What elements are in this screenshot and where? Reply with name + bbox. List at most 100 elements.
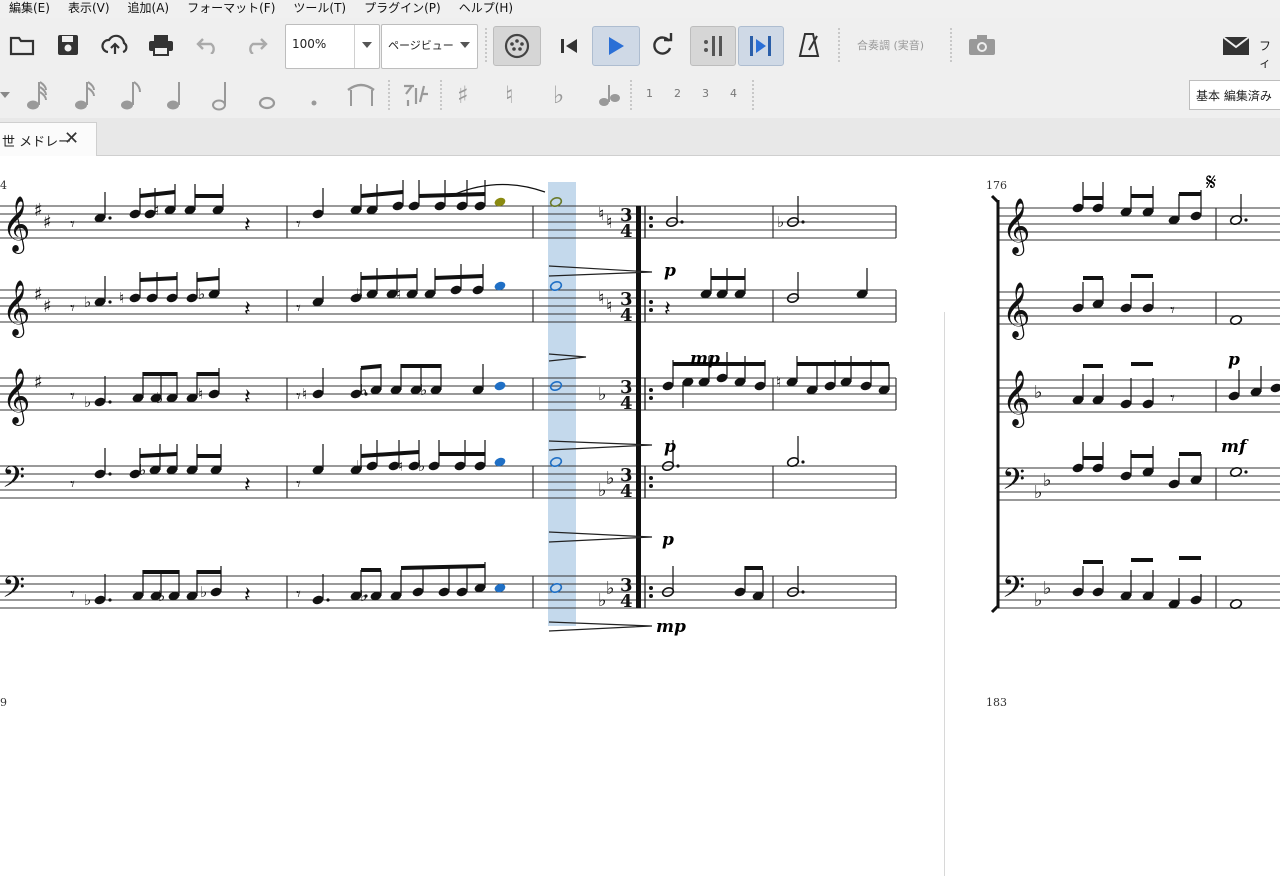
note[interactable]: [209, 444, 222, 476]
voice-4-button[interactable]: 4: [730, 87, 737, 100]
key-flat[interactable]: ♭: [1034, 482, 1043, 503]
score-tab[interactable]: 世 メドレー ✕: [0, 122, 97, 156]
undo-icon[interactable]: [195, 36, 221, 54]
key-flat[interactable]: ♭: [606, 468, 615, 489]
play-button[interactable]: [592, 26, 640, 66]
note[interactable]: [365, 184, 378, 216]
midi-input-button[interactable]: [493, 26, 541, 66]
note[interactable]: [165, 444, 178, 476]
note[interactable]: [855, 268, 868, 300]
eighth-rest[interactable]: 𝄾: [296, 298, 301, 319]
key-flat[interactable]: ♭: [1034, 590, 1043, 611]
eighth-rest[interactable]: 𝄾: [296, 214, 301, 235]
note[interactable]: [449, 264, 462, 296]
menu-format[interactable]: フォーマット(F): [178, 0, 284, 16]
note[interactable]: [471, 364, 484, 396]
key-sharp[interactable]: ♯: [43, 296, 52, 317]
note[interactable]: [1091, 566, 1104, 598]
note[interactable]: [681, 376, 694, 408]
note[interactable]: [1119, 378, 1132, 410]
save-icon[interactable]: [56, 33, 80, 57]
note[interactable]: [1189, 574, 1202, 606]
quarter-rest[interactable]: 𝄽: [244, 473, 251, 498]
note[interactable]: [751, 570, 764, 602]
note[interactable]: [786, 272, 800, 304]
quarter-note-icon[interactable]: [164, 79, 186, 111]
note[interactable]: [389, 364, 402, 396]
workspace-select[interactable]: 基本 編集済み: [1189, 80, 1280, 110]
loop-icon[interactable]: [650, 32, 674, 58]
note[interactable]: [1167, 458, 1180, 490]
key-natural[interactable]: ♮: [598, 204, 604, 225]
note[interactable]: [1141, 446, 1154, 478]
note[interactable]: [1071, 442, 1084, 474]
note[interactable]: [1141, 570, 1154, 602]
dynamic-mp[interactable]: mp: [656, 617, 686, 637]
key-flat[interactable]: ♭: [1034, 382, 1043, 403]
note[interactable]: [389, 570, 402, 602]
treble-clef-icon[interactable]: 𝄞: [2, 196, 30, 254]
note[interactable]: [877, 364, 890, 396]
quarter-rest[interactable]: 𝄽: [244, 583, 251, 608]
augmentation-dot-icon[interactable]: [309, 98, 319, 108]
note[interactable]: [349, 184, 362, 216]
note[interactable]: [805, 364, 818, 396]
note[interactable]: [665, 196, 684, 228]
note[interactable]: [715, 268, 728, 300]
note[interactable]: [423, 268, 436, 300]
key-flat[interactable]: ♭: [606, 578, 615, 599]
bass-clef-icon[interactable]: 𝄢: [2, 461, 25, 502]
menu-add[interactable]: 追加(A): [119, 0, 179, 16]
menu-plugins[interactable]: プラグイン(P): [355, 0, 450, 16]
natural-icon[interactable]: ♮: [505, 81, 514, 109]
whole-note-icon[interactable]: [256, 96, 278, 110]
note[interactable]: [839, 356, 852, 388]
time-signature-denominator[interactable]: 4: [620, 481, 633, 502]
rest-voice-icon[interactable]: [596, 82, 622, 110]
voice-3-button[interactable]: 3: [702, 87, 709, 100]
note[interactable]: [1071, 566, 1084, 598]
notehead[interactable]: [493, 380, 506, 391]
dynamic-p[interactable]: p: [664, 437, 676, 457]
rewind-icon[interactable]: [558, 37, 580, 55]
feedback-mail-icon[interactable]: [1222, 36, 1250, 56]
quarter-rest[interactable]: 𝄽: [244, 385, 251, 410]
flip-direction-icon[interactable]: [400, 80, 430, 110]
bass-clef-icon[interactable]: 𝄢: [1002, 463, 1025, 504]
menu-edit[interactable]: 編集(E): [0, 0, 59, 16]
note[interactable]: [733, 268, 746, 300]
note[interactable]: [786, 436, 805, 468]
key-natural[interactable]: ♮: [606, 296, 612, 317]
key-sharp[interactable]: ♯: [34, 372, 43, 393]
note[interactable]: [211, 184, 224, 216]
key-flat[interactable]: ♭: [598, 384, 607, 405]
dynamic-p[interactable]: p: [662, 530, 674, 550]
note[interactable]: [455, 566, 468, 598]
note[interactable]: [311, 276, 324, 308]
note[interactable]: [93, 192, 112, 224]
eighth-rest[interactable]: 𝄾: [70, 298, 75, 319]
segno-mark[interactable]: 𝄋: [1206, 168, 1216, 196]
eighth-rest[interactable]: 𝄾: [1170, 300, 1175, 321]
note[interactable]: [128, 188, 141, 220]
key-sharp[interactable]: ♯: [34, 284, 43, 305]
open-folder-icon[interactable]: [9, 34, 35, 56]
key-flat[interactable]: ♭: [1043, 470, 1052, 491]
note[interactable]: [1227, 370, 1240, 402]
menu-tools[interactable]: ツール(T): [284, 0, 355, 16]
treble-clef-icon[interactable]: 𝄞: [1002, 198, 1030, 256]
eighth-rest[interactable]: 𝄾: [296, 474, 301, 495]
key-natural[interactable]: ♮: [606, 212, 612, 233]
note[interactable]: [1091, 374, 1104, 406]
note[interactable]: [471, 264, 484, 296]
eighth-rest[interactable]: 𝄾: [70, 584, 75, 605]
eighth-rest[interactable]: 𝄾: [70, 386, 75, 407]
note[interactable]: [1141, 282, 1154, 314]
sharp-icon[interactable]: ♯: [457, 81, 469, 109]
camera-icon[interactable]: [968, 34, 996, 56]
voice-2-button[interactable]: 2: [674, 87, 681, 100]
note[interactable]: [411, 566, 424, 598]
note[interactable]: [1071, 374, 1084, 406]
dynamic-p[interactable]: p: [1228, 350, 1240, 370]
note[interactable]: [185, 570, 198, 602]
